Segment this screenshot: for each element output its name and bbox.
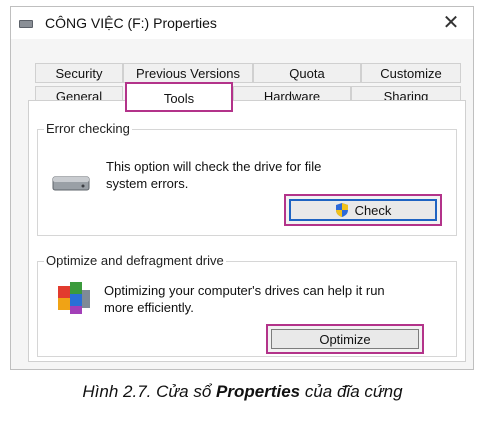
tools-panel: Error checking This option will check th… [28,100,466,362]
error-checking-label: Error checking [44,121,132,136]
optimize-label: Optimize and defragment drive [44,253,226,268]
uac-shield-icon [335,203,348,217]
tab-previous-versions[interactable]: Previous Versions [123,63,253,83]
tab-quota[interactable]: Quota [253,63,361,83]
tab-tools[interactable]: Tools [125,82,233,112]
hard-drive-icon [52,176,90,191]
check-button[interactable]: Check [284,194,442,226]
tab-customize[interactable]: Customize [361,63,461,83]
drive-title-icon [19,20,33,28]
error-checking-group: Error checking This option will check th… [37,121,457,236]
caption-prefix: Hình 2.7. Cửa sổ [82,382,217,401]
close-button[interactable]: ✕ [439,11,463,35]
optimize-button-label: Optimize [319,331,371,347]
caption-bold: Properties [216,382,301,401]
title-bar: CÔNG VIỆC (F:) Properties ✕ [11,7,473,39]
figure-caption: Hình 2.7. Cửa sổ Properties của đĩa cứng [0,382,485,402]
optimize-button[interactable]: Optimize [266,324,424,354]
error-checking-desc-1: This option will check the drive for fil… [106,159,322,174]
optimize-group: Optimize and defragment drive Optimizing… [37,253,457,357]
window-title: CÔNG VIỆC (F:) Properties [45,15,217,31]
optimize-desc-2: more efficiently. [104,300,194,315]
check-button-label: Check [354,202,392,218]
defragment-icon [58,282,90,314]
error-checking-desc-2: system errors. [106,176,189,191]
caption-suffix: của đĩa cứng [300,382,403,401]
optimize-desc-1: Optimizing your computer's drives can he… [104,283,385,298]
tab-security[interactable]: Security [35,63,123,83]
